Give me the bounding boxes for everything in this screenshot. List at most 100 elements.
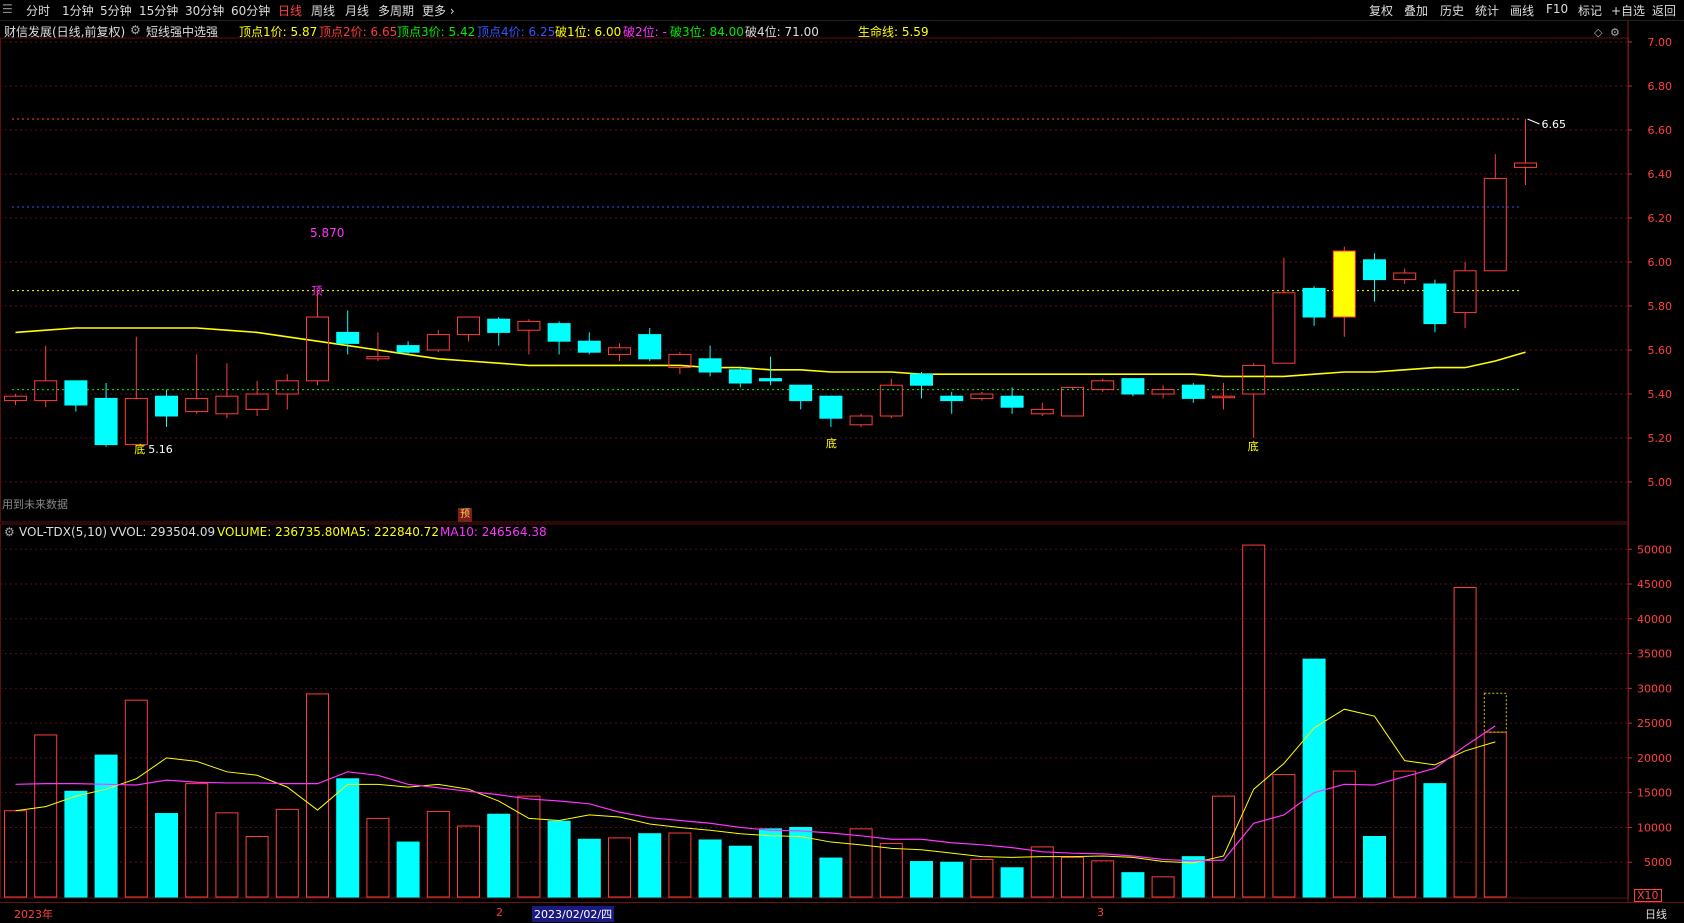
candle-body (1030, 408, 1054, 415)
period-tab-weekly[interactable]: 周线 (311, 2, 335, 19)
candle-body (487, 318, 511, 333)
kline-chart[interactable]: 5.00 5.20 5.40 5.60 5.80 6.00 6.20 6.40 6.60 6.80… (0, 0, 1684, 922)
volume-bar (879, 842, 903, 898)
stock-title: 财信发展(日线,前复权) (4, 25, 126, 39)
volume-bar (124, 699, 148, 898)
volume-bar (940, 861, 964, 898)
draw-line-button[interactable]: 画线 (1510, 2, 1534, 19)
candle-body (789, 384, 813, 402)
candle-body (64, 380, 88, 406)
candle-body (698, 358, 722, 373)
candle-body (185, 397, 209, 413)
volume-axis-label: 45000 (1637, 578, 1672, 591)
price-axis-label: 6.20 (1648, 212, 1673, 225)
volume-bar (608, 837, 631, 898)
period-tab-fenshi[interactable]: 分时 (26, 2, 50, 19)
bottom-marker: 底 (826, 436, 837, 450)
volume-bar (698, 839, 722, 898)
candle-body (1514, 162, 1537, 168)
overlay-button[interactable]: 叠加 (1404, 2, 1428, 19)
volume-bar (1393, 770, 1417, 898)
volume-bar (1453, 587, 1477, 898)
volume-bar (728, 845, 752, 898)
life-line-value: 生命线: 5.59 (858, 25, 929, 39)
candle-body (215, 395, 239, 415)
volume-bar (1091, 860, 1115, 898)
candle-body (1332, 250, 1356, 318)
volume-indicator-name[interactable]: VOL-TDX(5,10) (19, 525, 107, 539)
add-watchlist-button[interactable]: +自选 (1611, 2, 1645, 19)
candle-body (1393, 272, 1417, 281)
stats-button[interactable]: 统计 (1475, 2, 1499, 19)
volume-bar (1212, 795, 1235, 898)
candle-body (819, 395, 843, 419)
candle-body (910, 373, 933, 386)
volume-bar (336, 778, 360, 898)
period-tab-more[interactable]: 更多 › (422, 2, 455, 19)
volume-bar (245, 835, 269, 898)
volume-axis-label: 25000 (1637, 717, 1672, 730)
volume-axis-label: 20000 (1637, 752, 1672, 765)
candle-body (1151, 389, 1175, 395)
candle-body (1121, 378, 1145, 395)
month-2-label: 2 (496, 906, 503, 919)
indicator-name[interactable]: 短线强中选强 (146, 23, 218, 40)
price-axis-label: 6.40 (1648, 168, 1673, 181)
ma5-value: MA5: 222840.72 (340, 525, 439, 539)
mark-button[interactable]: 标记 (1578, 2, 1602, 19)
fuquan-button[interactable]: 复权 (1369, 2, 1393, 19)
volume-bar (849, 828, 873, 898)
candle-body (608, 347, 631, 355)
month-3-label: 3 (1097, 906, 1104, 919)
price-axis-label: 5.80 (1648, 300, 1673, 313)
menu-icon[interactable]: ☰ (2, 2, 13, 16)
candle-body (275, 380, 299, 395)
multiplier-badge: X10 (1634, 889, 1662, 902)
price-axis-label: 5.40 (1648, 388, 1673, 401)
volume-bar (577, 838, 601, 898)
period-tab-monthly[interactable]: 月线 (345, 2, 369, 19)
volume-bar (668, 832, 692, 898)
candle-body (4, 395, 27, 402)
volume-bar (94, 754, 118, 898)
volume-bar (1061, 856, 1084, 898)
history-button[interactable]: 历史 (1440, 2, 1464, 19)
back-button[interactable]: 返回 (1652, 2, 1676, 19)
candle-body (728, 369, 752, 384)
period-tab-5min[interactable]: 5分钟 (100, 2, 132, 19)
volume-value: VOLUME: 236735.80 (217, 525, 340, 539)
candle-body (306, 316, 329, 382)
period-tab-60min[interactable]: 60分钟 (231, 2, 270, 19)
period-tab-15min[interactable]: 15分钟 (139, 2, 178, 19)
period-tab-daily[interactable]: 日线 (278, 2, 302, 19)
break4-value: 破4位: 71.00 (745, 25, 819, 39)
candle-body (577, 340, 601, 353)
volume-bar (819, 857, 843, 898)
period-label[interactable]: 日线 (1645, 906, 1667, 922)
volume-bar (517, 795, 541, 898)
volume-indicator-icon[interactable]: ⚙ (4, 525, 15, 539)
period-tab-multi[interactable]: 多周期 (378, 2, 414, 19)
f10-button[interactable]: F10 (1546, 2, 1568, 16)
candle-body (336, 331, 360, 344)
volume-bar (1151, 876, 1175, 898)
volume-bar (487, 813, 511, 898)
price-axis-label: 6.80 (1648, 80, 1673, 93)
indicator-dropdown-icon[interactable]: ⚙ (130, 23, 141, 37)
volume-bar (155, 813, 178, 898)
period-tab-1min[interactable]: 1分钟 (62, 2, 94, 19)
top-toolbar: ☰ 分时 1分钟 5分钟 15分钟 30分钟 60分钟 日线 周线 月线 多周期… (0, 0, 1684, 21)
candle-body (970, 393, 994, 399)
top4-value: 顶点4价: 6.25 (477, 25, 556, 39)
candle-body (1000, 395, 1024, 408)
candle-body (94, 397, 118, 446)
volume-bar (457, 825, 480, 898)
time-axis: 2023年 2 2023/02/02/四 3 X10 日线 (0, 889, 1684, 923)
candle-body (1272, 292, 1296, 364)
period-tab-30min[interactable]: 30分钟 (185, 2, 224, 19)
candle-body (1363, 259, 1386, 281)
last-price-pointer (1527, 118, 1540, 125)
price-axis-label: 5.20 (1648, 432, 1673, 445)
price-axis-label: 6.60 (1648, 124, 1673, 137)
candle-body (426, 334, 450, 351)
